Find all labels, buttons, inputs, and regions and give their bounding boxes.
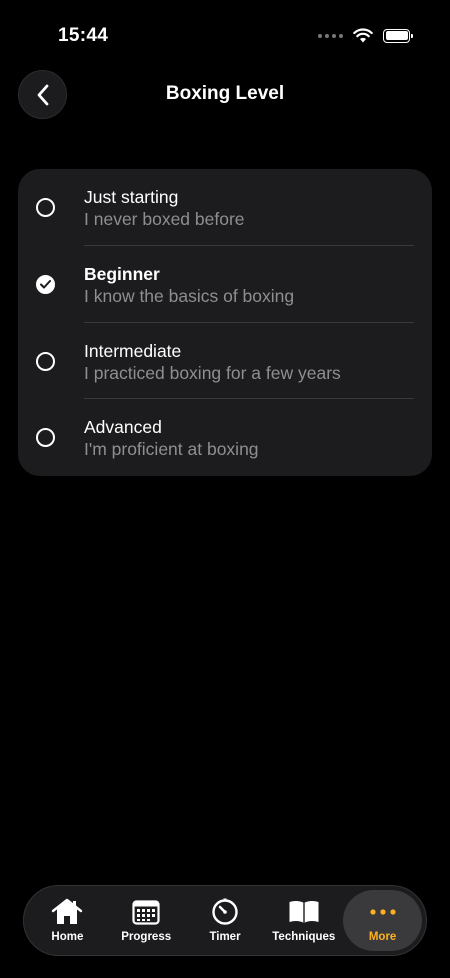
radio-button[interactable] bbox=[36, 351, 55, 371]
option-subtitle: I practiced boxing for a few years bbox=[84, 362, 341, 383]
status-icons bbox=[318, 28, 413, 43]
tab-label: Home bbox=[51, 931, 84, 943]
home-icon bbox=[52, 898, 83, 924]
radio-button-selected[interactable] bbox=[36, 274, 55, 294]
option-title: Advanced bbox=[84, 417, 162, 438]
tab-home[interactable]: Home bbox=[28, 890, 107, 951]
option-title: Beginner bbox=[84, 263, 160, 284]
status-bar: 15:44 bbox=[0, 0, 450, 60]
option-just-starting[interactable]: Just starting I never boxed before bbox=[18, 169, 432, 246]
tab-techniques[interactable]: Techniques bbox=[264, 890, 343, 951]
status-time: 15:44 bbox=[58, 25, 109, 46]
battery-icon bbox=[383, 28, 413, 43]
calendar-icon bbox=[132, 900, 160, 925]
option-title: Just starting bbox=[84, 187, 179, 207]
timer-icon bbox=[212, 898, 238, 925]
checkmark-icon bbox=[40, 279, 51, 289]
cellular-signal-icon bbox=[318, 33, 343, 38]
option-intermediate[interactable]: Intermediate I practiced boxing for a fe… bbox=[18, 323, 432, 400]
wifi-icon bbox=[353, 28, 373, 43]
tab-bar: Home Progress Timer Techniques More bbox=[23, 885, 427, 956]
option-subtitle: I never boxed before bbox=[84, 209, 245, 229]
radio-button[interactable] bbox=[36, 428, 55, 448]
tab-label: Timer bbox=[209, 931, 241, 943]
option-subtitle: I know the basics of boxing bbox=[84, 285, 295, 306]
tab-timer[interactable]: Timer bbox=[186, 890, 265, 951]
tab-label: More bbox=[368, 931, 397, 943]
book-icon bbox=[289, 900, 319, 923]
option-subtitle: I'm proficient at boxing bbox=[84, 439, 259, 460]
option-title: Intermediate bbox=[84, 340, 182, 361]
boxing-level-options: Just starting I never boxed before Begin… bbox=[18, 169, 432, 476]
page-title: Boxing Level bbox=[165, 83, 285, 104]
radio-button[interactable] bbox=[36, 198, 55, 217]
option-beginner[interactable]: Beginner I know the basics of boxing bbox=[18, 246, 432, 323]
tab-label: Progress bbox=[121, 931, 172, 943]
more-dots-icon bbox=[369, 909, 396, 915]
tab-progress[interactable]: Progress bbox=[107, 890, 186, 951]
tab-label: Techniques bbox=[272, 931, 336, 943]
tab-more[interactable]: More bbox=[343, 890, 422, 951]
screen: 15:44 Boxing Level Just starting I never… bbox=[0, 0, 450, 978]
option-advanced[interactable]: Advanced I'm proficient at boxing bbox=[18, 399, 432, 476]
